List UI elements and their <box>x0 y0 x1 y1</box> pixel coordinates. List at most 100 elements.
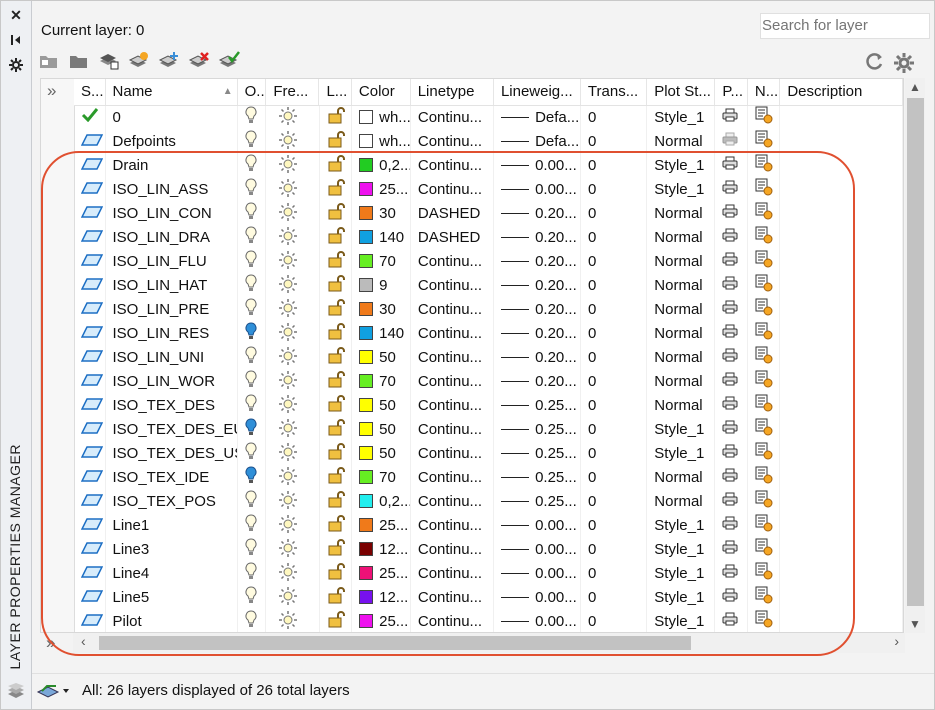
freeze-cell[interactable] <box>266 322 320 346</box>
printer-icon[interactable] <box>722 274 738 298</box>
color-cell[interactable]: 140 <box>352 226 411 250</box>
plot-cell[interactable] <box>715 514 748 538</box>
linetype-cell[interactable]: Continu... <box>411 610 495 632</box>
layer-icon[interactable] <box>80 442 104 466</box>
status-cell[interactable] <box>74 322 106 346</box>
new-vp-freeze-cell[interactable] <box>748 466 781 490</box>
lightbulb-off-icon[interactable] <box>245 466 257 490</box>
layer-row[interactable]: ISO_LIN_WOR 70 Continu... 0.20... 0 Normal <box>74 370 903 394</box>
lightbulb-on-icon[interactable] <box>245 274 257 298</box>
on-cell[interactable] <box>238 514 267 538</box>
status-cell[interactable] <box>74 586 106 610</box>
unlocked-padlock-icon[interactable] <box>327 394 347 418</box>
thawed-sun-icon[interactable] <box>278 514 298 538</box>
plot-cell[interactable] <box>715 346 748 370</box>
freeze-cell[interactable] <box>266 490 320 514</box>
new-viewport-freeze-icon[interactable] <box>755 154 773 178</box>
description-cell[interactable] <box>780 226 903 250</box>
layer-icon[interactable] <box>80 586 104 610</box>
printer-icon[interactable] <box>722 490 738 514</box>
new-vp-freeze-cell[interactable] <box>748 106 781 130</box>
settings-gear-icon[interactable] <box>894 53 914 77</box>
status-cell[interactable] <box>74 274 106 298</box>
layer-icon[interactable] <box>80 322 104 346</box>
status-cell[interactable] <box>74 562 106 586</box>
layer-name[interactable]: ISO_LIN_RES <box>106 322 238 346</box>
transparency-cell[interactable]: 0 <box>581 130 648 154</box>
lock-cell[interactable] <box>320 586 353 610</box>
plot-style-cell[interactable]: Normal <box>647 202 716 226</box>
description-cell[interactable] <box>780 274 903 298</box>
transparency-cell[interactable]: 0 <box>581 226 648 250</box>
linetype-cell[interactable]: Continu... <box>411 538 495 562</box>
on-cell[interactable] <box>238 274 267 298</box>
freeze-cell[interactable] <box>266 178 320 202</box>
transparency-cell[interactable]: 0 <box>581 466 648 490</box>
unlocked-padlock-icon[interactable] <box>327 586 347 610</box>
column-header-plot[interactable]: P... <box>715 79 748 105</box>
transparency-cell[interactable]: 0 <box>581 178 648 202</box>
unlocked-padlock-icon[interactable] <box>327 610 347 632</box>
plot-cell[interactable] <box>715 298 748 322</box>
new-viewport-freeze-icon[interactable] <box>755 514 773 538</box>
plot-style-cell[interactable]: Normal <box>647 226 716 250</box>
layer-icon[interactable] <box>80 394 104 418</box>
expand-filter-lower-chevron-icon[interactable]: » <box>46 633 55 653</box>
color-cell[interactable]: 30 <box>352 202 411 226</box>
new-vp-freeze-cell[interactable] <box>748 442 781 466</box>
layer-icon[interactable] <box>80 610 104 632</box>
layer-row[interactable]: ISO_TEX_DES_EU 50 Continu... 0.25... 0 Style_… <box>74 418 903 442</box>
scroll-down-icon[interactable]: ▼ <box>909 617 921 631</box>
new-vp-freeze-cell[interactable] <box>748 202 781 226</box>
on-cell[interactable] <box>238 346 267 370</box>
thawed-sun-icon[interactable] <box>278 490 298 514</box>
lightbulb-on-icon[interactable] <box>245 106 257 130</box>
plot-style-cell[interactable]: Normal <box>647 130 716 154</box>
transparency-cell[interactable]: 0 <box>581 586 648 610</box>
freeze-cell[interactable] <box>266 562 320 586</box>
description-cell[interactable] <box>780 106 903 130</box>
freeze-cell[interactable] <box>266 106 320 130</box>
new-vp-freeze-cell[interactable] <box>748 346 781 370</box>
lineweight-cell[interactable]: 0.25... <box>494 442 582 466</box>
color-cell[interactable]: 25... <box>352 514 411 538</box>
column-header-lock[interactable]: L... <box>319 79 352 105</box>
layer-icon[interactable] <box>80 538 104 562</box>
unlocked-padlock-icon[interactable] <box>327 226 347 250</box>
new-viewport-freeze-icon[interactable] <box>755 202 773 226</box>
lock-cell[interactable] <box>320 610 353 632</box>
new-vp-freeze-cell[interactable] <box>748 250 781 274</box>
printer-icon[interactable] <box>722 466 738 490</box>
status-cell[interactable] <box>74 346 106 370</box>
plot-style-cell[interactable]: Style_1 <box>647 610 716 632</box>
lineweight-cell[interactable]: 0.25... <box>494 466 582 490</box>
auto-hide-icon[interactable] <box>8 32 24 48</box>
linetype-cell[interactable]: DASHED <box>411 202 495 226</box>
lightbulb-on-icon[interactable] <box>245 562 257 586</box>
scroll-right-icon[interactable]: › <box>894 633 899 649</box>
vertical-scroll-thumb[interactable] <box>907 98 924 606</box>
plot-style-cell[interactable]: Style_1 <box>647 538 716 562</box>
linetype-cell[interactable]: Continu... <box>411 178 495 202</box>
lock-cell[interactable] <box>320 442 353 466</box>
column-header-description[interactable]: Description <box>780 79 903 105</box>
lightbulb-off-icon[interactable] <box>245 418 257 442</box>
layer-icon[interactable] <box>80 466 104 490</box>
freeze-cell[interactable] <box>266 298 320 322</box>
thawed-sun-icon[interactable] <box>278 322 298 346</box>
lineweight-cell[interactable]: 0.20... <box>494 274 582 298</box>
layer-icon[interactable] <box>80 370 104 394</box>
thawed-sun-icon[interactable] <box>278 394 298 418</box>
new-viewport-freeze-icon[interactable] <box>755 298 773 322</box>
description-cell[interactable] <box>780 250 903 274</box>
status-cell[interactable] <box>74 298 106 322</box>
printer-icon[interactable] <box>722 394 738 418</box>
status-cell[interactable] <box>74 106 106 130</box>
new-vp-freeze-cell[interactable] <box>748 394 781 418</box>
layer-name[interactable]: Pilot <box>106 610 238 632</box>
new-viewport-freeze-icon[interactable] <box>755 322 773 346</box>
thawed-sun-icon[interactable] <box>278 586 298 610</box>
freeze-cell[interactable] <box>266 610 320 632</box>
layer-name[interactable]: ISO_TEX_IDE <box>106 466 238 490</box>
layer-icon[interactable] <box>80 346 104 370</box>
